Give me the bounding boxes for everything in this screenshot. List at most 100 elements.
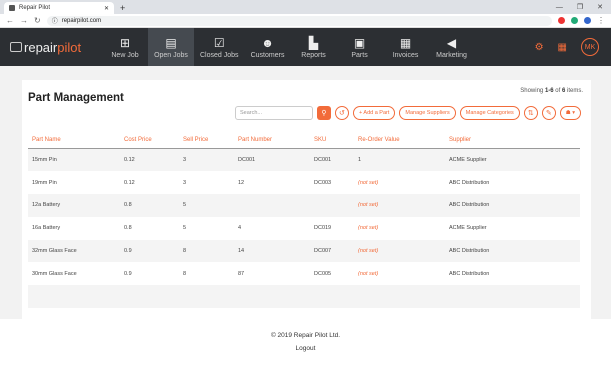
main-content: Showing 1-6 of 6 items. Part Management … <box>0 66 611 319</box>
table-cell: ABC Distribution <box>449 179 490 186</box>
page-title: Part Management <box>28 92 124 104</box>
table-row-empty <box>28 285 580 309</box>
address-bar[interactable]: ⓘ repairpilot.com <box>46 15 552 26</box>
reset-button[interactable]: ↺ <box>334 106 349 120</box>
plus-square-icon: ⊞ <box>119 35 131 50</box>
toolbar: Search... ⚲ ↺ + Add a Part Manage Suppli… <box>28 106 585 120</box>
table-cell: 0.8 <box>120 194 179 217</box>
footer: © 2019 Repair Pilot Ltd. Logout <box>0 319 611 363</box>
table-cell: 0.9 <box>124 270 132 277</box>
nav-open-jobs[interactable]: ▤ Open Jobs <box>148 28 194 66</box>
nav-customers[interactable]: ☻ Customers <box>245 28 291 66</box>
part-management-card: Showing 1-6 of 6 items. Part Management … <box>22 80 591 319</box>
search-input[interactable]: Search... <box>234 106 313 120</box>
logout-link[interactable]: Logout <box>0 342 611 355</box>
table-cell: ACME Supplier <box>445 148 580 172</box>
table-cell: ACME Supplier <box>449 225 487 232</box>
table-cell: 32mm Glass Face <box>28 239 120 263</box>
table-cell: ABC Distribution <box>445 239 580 263</box>
table-row[interactable]: 19mm Pin 0.12 3 12 DC003 (not set) ABC Distrib… <box>28 171 580 194</box>
column-header[interactable]: Cost Price <box>120 134 179 149</box>
search-icon: ⚲ <box>321 110 327 117</box>
manage-categories-button[interactable]: Manage Categories <box>459 106 520 120</box>
table-row[interactable]: 12a Battery 0.8 5 (not set) ABC Distribution <box>28 194 580 217</box>
table-cell: 19mm Pin <box>32 179 57 186</box>
logo-icon <box>10 42 22 52</box>
browser-tab[interactable]: Repair Pilot ✕ <box>4 2 114 14</box>
column-header[interactable]: Supplier <box>445 134 580 149</box>
forward-icon[interactable]: → <box>20 16 28 25</box>
manage-suppliers-button[interactable]: Manage Suppliers <box>399 106 456 120</box>
close-window-icon[interactable]: ✕ <box>597 2 603 14</box>
repairpilot-logo[interactable]: r epair pilot <box>0 28 102 66</box>
column-header[interactable]: Re-Order Value <box>354 134 445 149</box>
address-bar-row: ← → ↻ ⓘ repairpilot.com ⋮ <box>0 14 611 28</box>
user-icon: ☗ <box>565 110 571 116</box>
tools-button[interactable]: ✎ <box>541 106 556 120</box>
table-cell <box>310 194 354 217</box>
add-part-button[interactable]: + Add a Part <box>352 106 396 120</box>
chart-icon: ▙ <box>308 35 319 50</box>
table-cell: (not set) <box>354 239 445 263</box>
grid-icon[interactable]: ▦ <box>558 42 567 53</box>
invoice-icon: ▦ <box>399 35 412 50</box>
table-cell: 3 <box>179 148 234 172</box>
clipboard-check-icon: ☑ <box>213 35 225 50</box>
window-controls: — ❐ ✕ <box>556 2 611 14</box>
table-cell: 16a Battery <box>32 225 61 232</box>
site-info-icon[interactable]: ⓘ <box>52 16 58 25</box>
extensions: ⋮ <box>558 16 605 25</box>
column-header[interactable]: Part Number <box>234 134 310 149</box>
table-cell: (not set) <box>358 179 379 186</box>
table-cell: DC003 <box>314 179 332 186</box>
table-cell: 3 <box>183 179 187 186</box>
nav-marketing[interactable]: ◀ Marketing <box>429 28 475 66</box>
reload-icon[interactable]: ↻ <box>34 16 41 25</box>
nav-closed-jobs[interactable]: ☑ Closed Jobs <box>194 28 245 66</box>
table-cell: DC001 <box>234 148 310 172</box>
nav-new-job[interactable]: ⊞ New Job <box>102 28 148 66</box>
close-tab-icon[interactable]: ✕ <box>104 5 109 12</box>
table-cell: DC005 <box>314 270 332 277</box>
table-cell: 5 <box>179 194 234 217</box>
nav-parts[interactable]: ▣ Parts <box>337 28 383 66</box>
users-icon: ☻ <box>261 35 274 50</box>
user-filter-dropdown[interactable]: ☗ ▾ <box>559 106 581 120</box>
nav-reports[interactable]: ▙ Reports <box>291 28 337 66</box>
clipboard-icon: ▤ <box>165 35 177 50</box>
app-navbar: r epair pilot ⊞ New Job ▤ Open Jobs ☑ Closed … <box>0 28 611 66</box>
settings-icon[interactable]: ⚙ <box>535 42 544 53</box>
minimize-icon[interactable]: — <box>556 2 563 14</box>
nav-invoices[interactable]: ▦ Invoices <box>383 28 429 66</box>
megaphone-icon: ◀ <box>446 35 457 50</box>
back-icon[interactable]: ← <box>6 16 14 25</box>
search-button[interactable]: ⚲ <box>316 106 331 120</box>
new-tab-button[interactable]: + <box>120 2 125 14</box>
table-row[interactable]: 32mm Glass Face 0.9 8 14 DC007 (not set) ABC D… <box>28 239 580 263</box>
box-icon: ▣ <box>353 35 366 50</box>
column-header[interactable]: Sell Price <box>179 134 234 149</box>
table-cell: 5 <box>183 225 187 232</box>
table-cell: DC001 <box>310 148 354 172</box>
table-row[interactable]: 15mm Pin 0.12 3 DC001 DC001 1 ACME Supplier <box>28 148 580 172</box>
table-cell: 0.12 <box>124 179 135 186</box>
table-cell: ABC Distribution <box>445 194 580 217</box>
table-row[interactable]: 30mm Glass Face 0.9 8 87 DC005 (not set) ABC D… <box>28 262 580 285</box>
menu-icon[interactable]: ⋮ <box>597 16 605 25</box>
profile-icon[interactable] <box>584 17 591 24</box>
table-cell: 0.8 <box>124 225 132 232</box>
favicon-icon <box>9 5 15 11</box>
table-row[interactable]: 16a Battery 0.8 5 4 DC019 (not set) ACME Suppl… <box>28 217 580 240</box>
table-cell: DC007 <box>310 239 354 263</box>
undo-icon: ↺ <box>339 110 345 117</box>
showing-count: Showing 1-6 of 6 items. <box>520 88 583 94</box>
table-cell: 12a Battery <box>28 194 120 217</box>
column-header[interactable]: SKU <box>310 134 354 149</box>
extension-icon[interactable] <box>571 17 578 24</box>
extension-icon[interactable] <box>558 17 565 24</box>
table-cell: (not set) <box>354 194 445 217</box>
maximize-icon[interactable]: ❐ <box>577 2 583 14</box>
user-avatar[interactable]: MK <box>581 38 599 56</box>
sort-button[interactable]: ⇅ <box>523 106 538 120</box>
column-header[interactable]: Part Name <box>28 134 120 149</box>
